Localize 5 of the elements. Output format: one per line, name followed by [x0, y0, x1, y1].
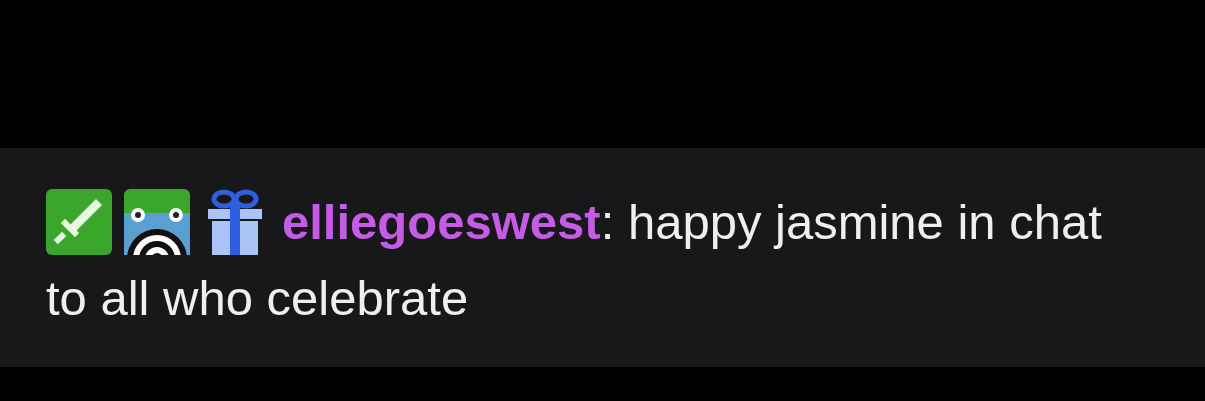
sword-icon [46, 189, 112, 255]
message-text: to all who celebrate [46, 270, 469, 327]
message-text: : happy jasmine in chat [600, 194, 1102, 251]
frog-icon [124, 189, 190, 255]
username[interactable]: elliegoeswest [282, 184, 601, 260]
